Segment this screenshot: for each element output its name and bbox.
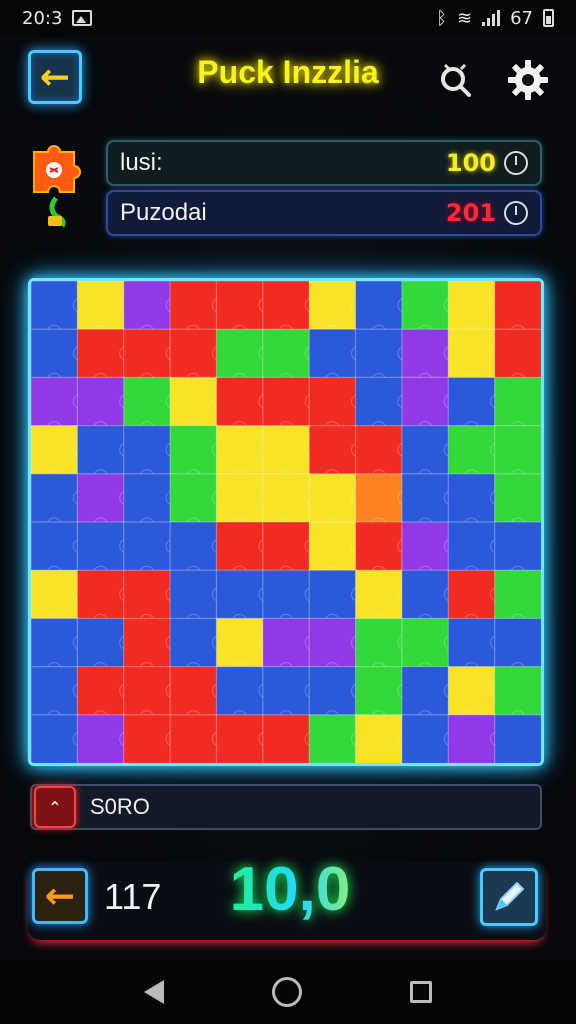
stat-right: 100: [446, 149, 528, 177]
clock-icon: [504, 151, 528, 175]
gallery-notification-icon: [72, 10, 93, 26]
back-button[interactable]: ←: [28, 50, 82, 104]
status-left: 20:3: [22, 7, 93, 29]
score-badge-icon[interactable]: ⌃: [34, 786, 76, 828]
battery-level: 67: [510, 7, 533, 29]
arrow-left-icon: ←: [44, 875, 76, 917]
game-screen: ← Puck Inzzlia lusi: 100 Puzodai 201 ⌃ S…: [0, 36, 576, 960]
arrow-left-icon: ←: [39, 56, 71, 98]
hint-button[interactable]: [432, 56, 478, 102]
score-label: S0RO: [90, 794, 150, 819]
battery-icon: [543, 9, 554, 27]
gear-icon: [508, 60, 548, 100]
stat-label: Puzodai: [120, 199, 207, 226]
score-bar: ⌃ S0RO: [30, 784, 542, 830]
moves-counter: 117: [104, 876, 162, 917]
nav-home-icon[interactable]: [272, 977, 302, 1007]
puzzle-piece-logo: [33, 145, 81, 228]
stat-right: 201: [446, 199, 528, 227]
nav-back-icon[interactable]: [144, 980, 164, 1004]
magnifier-icon: [441, 63, 471, 97]
stat-row-moves: lusi: 100: [106, 140, 542, 186]
pencil-icon: [495, 881, 525, 911]
puzzle-board-canvas[interactable]: [31, 281, 541, 763]
board-gloss: [31, 281, 541, 763]
score-value: 10,0: [190, 854, 390, 925]
signal-icon: [482, 10, 501, 26]
system-nav-bar: [0, 960, 576, 1024]
undo-button[interactable]: ←: [32, 868, 88, 924]
nav-recent-icon[interactable]: [410, 981, 432, 1003]
tool-button[interactable]: [480, 868, 538, 926]
puzzle-board[interactable]: [28, 278, 544, 766]
clock-icon: [504, 201, 528, 225]
stat-label: lusi:: [120, 149, 163, 176]
game-title: Puck Inzzlia: [197, 54, 379, 90]
stat-value: 201: [445, 199, 496, 227]
settings-button[interactable]: [502, 54, 554, 106]
status-bar: 20:3 ᛒ ≋ 67: [0, 0, 576, 36]
bluetooth-icon: ᛒ: [436, 7, 447, 29]
stat-row-puzzles: Puzodai 201: [106, 190, 542, 236]
stat-value: 100: [445, 149, 496, 177]
status-time: 20:3: [22, 7, 63, 29]
status-right: ᛒ ≋ 67: [436, 8, 554, 29]
wifi-icon: ≋: [457, 7, 473, 29]
